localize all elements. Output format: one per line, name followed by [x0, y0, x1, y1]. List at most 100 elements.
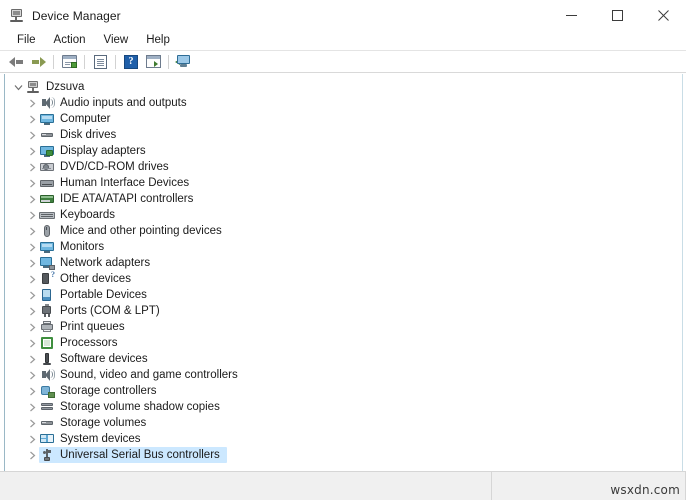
tree-item-label: Print queues	[60, 321, 125, 333]
chevron-right-icon[interactable]	[25, 207, 39, 223]
toolbar-separator	[84, 54, 85, 69]
close-icon[interactable]	[640, 0, 686, 31]
tree-item-label: Universal Serial Bus controllers	[60, 449, 220, 461]
minimize-icon[interactable]	[548, 0, 594, 31]
chevron-right-icon[interactable]	[25, 143, 39, 159]
device-manager-icon	[9, 8, 25, 24]
properties-icon[interactable]	[58, 52, 80, 71]
tree-item-label: Monitors	[60, 241, 105, 253]
chevron-right-icon[interactable]	[25, 95, 39, 111]
tree-item-portable-devices[interactable]: Portable Devices	[5, 287, 682, 303]
tree-item-label: DVD/CD-ROM drives	[60, 161, 169, 173]
tree-item-sound-video-and-game-controllers[interactable]: Sound, video and game controllers	[5, 367, 682, 383]
toolbar-separator	[168, 54, 169, 69]
display-adapter-icon	[39, 143, 55, 159]
storage-controller-icon	[39, 383, 55, 399]
keyboard-icon	[39, 207, 55, 223]
tree-item-computer[interactable]: Computer	[5, 111, 682, 127]
ide-controller-icon	[39, 191, 55, 207]
tree-item-label: Mice and other pointing devices	[60, 225, 222, 237]
chevron-right-icon[interactable]	[25, 223, 39, 239]
tree-item-other-devices[interactable]: ? Other devices	[5, 271, 682, 287]
tree-item-label: Processors	[60, 337, 118, 349]
speaker-icon	[39, 95, 55, 111]
tree-item-label: Computer	[60, 113, 111, 125]
monitor-icon	[39, 111, 55, 127]
menu-item-action[interactable]: Action	[45, 31, 95, 50]
chevron-right-icon[interactable]	[25, 175, 39, 191]
window-title: Device Manager	[32, 8, 121, 23]
portable-device-icon	[39, 287, 55, 303]
tree-item-human-interface-devices[interactable]: Human Interface Devices	[5, 175, 682, 191]
tree-item-monitors[interactable]: Monitors	[5, 239, 682, 255]
title-bar: Device Manager	[0, 0, 686, 31]
chevron-right-icon[interactable]	[25, 399, 39, 415]
chevron-right-icon[interactable]	[25, 191, 39, 207]
chevron-right-icon[interactable]	[25, 319, 39, 335]
menu-item-view[interactable]: View	[95, 31, 138, 50]
toolbar-separator	[53, 54, 54, 69]
menu-item-help[interactable]: Help	[137, 31, 179, 50]
chevron-right-icon[interactable]	[25, 447, 39, 463]
tree-item-system-devices[interactable]: System devices	[5, 431, 682, 447]
system-device-icon	[39, 431, 55, 447]
chevron-down-icon[interactable]	[11, 79, 25, 95]
chevron-right-icon[interactable]	[25, 415, 39, 431]
tree-item-label: Ports (COM & LPT)	[60, 305, 160, 317]
chevron-right-icon[interactable]	[25, 383, 39, 399]
tree-item-label: Keyboards	[60, 209, 115, 221]
chevron-right-icon[interactable]	[25, 367, 39, 383]
chevron-right-icon[interactable]	[25, 111, 39, 127]
tree-item-display-adapters[interactable]: Display adapters	[5, 143, 682, 159]
tree-item-storage-controllers[interactable]: Storage controllers	[5, 383, 682, 399]
tree-item-label: Other devices	[60, 273, 131, 285]
forward-arrow-icon[interactable]	[27, 52, 49, 71]
tree-item-audio-inputs-and-outputs[interactable]: Audio inputs and outputs	[5, 95, 682, 111]
tree-item-ide-ata-atapi-controllers[interactable]: IDE ATA/ATAPI controllers	[5, 191, 682, 207]
tree-item-processors[interactable]: Processors	[5, 335, 682, 351]
tree-item-label: Storage volume shadow copies	[60, 401, 220, 413]
right-accent-rail	[682, 74, 686, 471]
tree-root-row[interactable]: Dzsuva	[5, 79, 682, 95]
menu-item-file[interactable]: File	[8, 31, 45, 50]
tree-item-disk-drives[interactable]: Disk drives	[5, 127, 682, 143]
tree-item-universal-serial-bus-controllers[interactable]: Universal Serial Bus controllers	[5, 447, 682, 463]
chevron-right-icon[interactable]	[25, 239, 39, 255]
maximize-icon[interactable]	[594, 0, 640, 31]
software-device-icon	[39, 351, 55, 367]
tree-item-storage-volume-shadow-copies[interactable]: Storage volume shadow copies	[5, 399, 682, 415]
device-tree[interactable]: Dzsuva Audio inputs and outputs Computer…	[5, 74, 682, 471]
selected-row-highlight[interactable]: Universal Serial Bus controllers	[39, 447, 227, 463]
chevron-right-icon[interactable]	[25, 255, 39, 271]
chevron-right-icon[interactable]	[25, 303, 39, 319]
chevron-right-icon[interactable]	[25, 431, 39, 447]
update-driver-icon[interactable]	[89, 52, 111, 71]
storage-stack-icon	[39, 399, 55, 415]
tree-item-software-devices[interactable]: Software devices	[5, 351, 682, 367]
chevron-right-icon[interactable]	[25, 335, 39, 351]
chevron-right-icon[interactable]	[25, 159, 39, 175]
scan-hardware-icon[interactable]	[142, 52, 164, 71]
tree-item-dvd-cd-rom-drives[interactable]: DVD/CD-ROM drives	[5, 159, 682, 175]
tree-item-print-queues[interactable]: Print queues	[5, 319, 682, 335]
content-area: Dzsuva Audio inputs and outputs Computer…	[0, 73, 686, 471]
disk-drive-icon	[39, 415, 55, 431]
mouse-icon	[39, 223, 55, 239]
tree-item-label: Display adapters	[60, 145, 146, 157]
tree-item-ports-com-lpt[interactable]: Ports (COM & LPT)	[5, 303, 682, 319]
chevron-right-icon[interactable]	[25, 287, 39, 303]
tree-item-storage-volumes[interactable]: Storage volumes	[5, 415, 682, 431]
show-devices-icon[interactable]	[173, 52, 195, 71]
help-icon[interactable]: ?	[120, 52, 142, 71]
back-arrow-icon[interactable]	[5, 52, 27, 71]
tree-item-label: Storage volumes	[60, 417, 147, 429]
tree-item-network-adapters[interactable]: Network adapters	[5, 255, 682, 271]
unknown-device-icon: ?	[39, 271, 55, 287]
chevron-right-icon[interactable]	[25, 127, 39, 143]
chevron-right-icon[interactable]	[25, 351, 39, 367]
usb-icon	[39, 447, 55, 463]
tree-item-mice-and-other-pointing-devices[interactable]: Mice and other pointing devices	[5, 223, 682, 239]
tree-item-keyboards[interactable]: Keyboards	[5, 207, 682, 223]
chevron-right-icon[interactable]	[25, 271, 39, 287]
tree-item-label: Sound, video and game controllers	[60, 369, 238, 381]
